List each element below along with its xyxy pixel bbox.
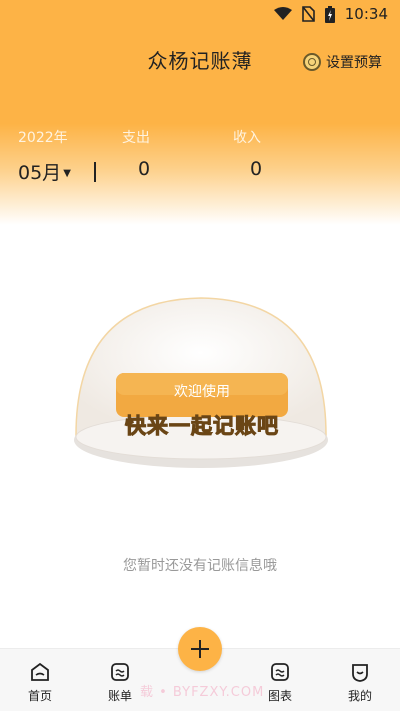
empty-illustration: 欢迎使用 快来一起记账吧 [72,295,330,470]
month-value: 05月 [18,162,62,184]
year-label: 2022年 [18,130,68,146]
header-background [0,0,400,225]
tab-home-label: 首页 [27,689,52,703]
summary-values: 05月 ▼ 0 0 [0,158,400,186]
caret-down-icon: ▼ [63,168,71,179]
bill-icon [111,663,129,681]
status-bar: 10:34 [0,0,400,28]
no-sim-icon [301,6,315,22]
home-icon [31,662,49,681]
expense-label: 支出 [122,130,150,146]
expense-value: 0 [138,158,151,180]
tab-bill-label: 账单 [107,689,132,703]
divider [94,162,96,182]
profile-icon [352,664,368,682]
status-time: 10:34 [344,5,388,23]
income-value: 0 [250,158,263,180]
coin-icon [303,53,321,71]
income-label: 收入 [233,130,261,146]
tab-profile[interactable]: 我的 [330,661,390,704]
tab-profile-label: 我的 [347,689,372,703]
month-picker[interactable]: 05月 ▼ [18,158,71,185]
wifi-icon [273,7,292,21]
chart-icon [271,663,289,681]
watermark: 载 • BYFZXY.COM [140,685,265,700]
empty-message: 您暂时还没有记账信息哦 [123,558,277,574]
summary-labels: 2022年 支出 收入 [0,127,400,147]
welcome-text: 欢迎使用 [174,384,230,400]
tab-chart-label: 图表 [267,689,292,703]
add-record-button[interactable] [178,627,222,671]
tab-home[interactable]: 首页 [10,661,70,704]
set-budget-button[interactable]: 设置预算 [303,52,382,72]
slogan-text: 快来一起记账吧 [125,414,279,439]
battery-charging-icon [324,5,335,23]
set-budget-label: 设置预算 [326,55,382,71]
